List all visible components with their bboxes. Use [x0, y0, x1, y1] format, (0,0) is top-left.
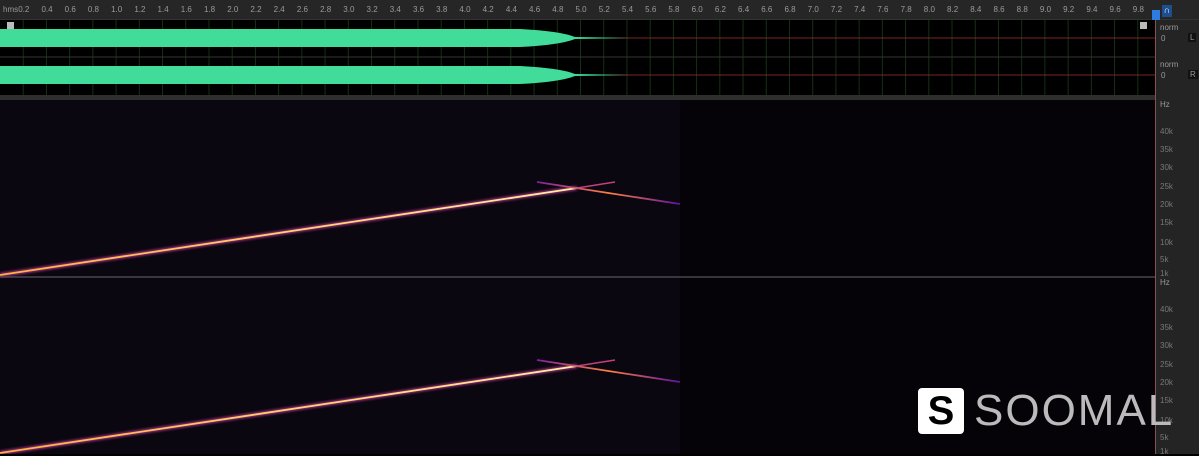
- ruler-tick-label: 5.2: [598, 5, 610, 14]
- ruler-tick-label: 6.6: [761, 5, 773, 14]
- ruler-tick-label: 5.0: [575, 5, 587, 14]
- hz-label: 25k: [1160, 182, 1173, 191]
- hz-label: 40k: [1160, 127, 1173, 136]
- ruler-unit: hms: [3, 5, 19, 14]
- hz-label: 35k: [1160, 323, 1173, 332]
- ruler-tick-label: 3.4: [389, 5, 401, 14]
- ruler-tick-label: 8.0: [923, 5, 935, 14]
- snap-button[interactable]: [1152, 10, 1160, 20]
- ruler-tick-label: 2.4: [273, 5, 285, 14]
- hz-unit-1: Hz: [1160, 100, 1170, 109]
- channel-1-zero: 0: [1161, 34, 1166, 43]
- hz-label: 30k: [1160, 341, 1173, 350]
- channel-1-button[interactable]: L: [1188, 33, 1197, 42]
- ruler-tick-label: 9.8: [1132, 5, 1144, 14]
- time-ruler[interactable]: hms 0.2 0.4 0.6 0.8 1.0 1.2 1.4 1.6 1.8 2.0 2.2 2.4…: [0, 0, 1199, 20]
- ruler-tick-label: 5.8: [668, 5, 680, 14]
- ruler-tick-label: 5.6: [645, 5, 657, 14]
- hz-label: 15k: [1160, 218, 1173, 227]
- channel-2-scale: norm: [1160, 60, 1179, 69]
- ruler-tick-label: 3.2: [366, 5, 378, 14]
- hz-label: 20k: [1160, 200, 1173, 209]
- waveform-channel-2: [0, 66, 630, 84]
- ruler-tick-label: 0.4: [41, 5, 53, 14]
- channel-2-button[interactable]: R: [1188, 70, 1198, 79]
- hz-label: 35k: [1160, 145, 1173, 154]
- ruler-tick-label: 1.6: [180, 5, 192, 14]
- ruler-tick-label: 8.4: [970, 5, 982, 14]
- soomal-logo: S SOOMAL: [918, 386, 1174, 436]
- ruler-tick-label: 0.2: [18, 5, 30, 14]
- hz-label: 40k: [1160, 305, 1173, 314]
- hz-label: 25k: [1160, 360, 1173, 369]
- ruler-tick-label: 8.8: [1016, 5, 1028, 14]
- ruler-tick-label: 1.0: [111, 5, 123, 14]
- ruler-tick-label: 7.6: [877, 5, 889, 14]
- ruler-tick-label: 2.6: [296, 5, 308, 14]
- ruler-tick-label: 7.0: [807, 5, 819, 14]
- hz-label: 1k: [1160, 447, 1169, 456]
- ruler-tick-label: 6.8: [784, 5, 796, 14]
- ruler-tick-label: 1.2: [134, 5, 146, 14]
- logo-text: SOOMAL: [974, 386, 1175, 435]
- hz-label: 5k: [1160, 255, 1169, 264]
- ruler-tick-label: 9.2: [1063, 5, 1075, 14]
- ruler-tick-label: 4.8: [552, 5, 564, 14]
- ruler-tick-label: 6.2: [714, 5, 726, 14]
- ruler-tick-label: 1.4: [157, 5, 169, 14]
- ruler-tick-label: 0.6: [64, 5, 76, 14]
- hz-label: 10k: [1160, 238, 1173, 247]
- ruler-tick-label: 3.8: [436, 5, 448, 14]
- ruler-tick-label: 8.2: [947, 5, 959, 14]
- waveform-channel-1: [0, 29, 630, 47]
- ruler-tick-label: 2.0: [227, 5, 239, 14]
- ruler-tick-label: 2.2: [250, 5, 262, 14]
- channel-2-zero: 0: [1161, 71, 1166, 80]
- ruler-tick-label: 0.8: [87, 5, 99, 14]
- ruler-tick-label: 1.8: [203, 5, 216, 14]
- channel-1-scale: norm: [1160, 23, 1179, 32]
- ruler-tick-label: 4.2: [482, 5, 494, 14]
- magnet-button[interactable]: ∩: [1162, 5, 1172, 17]
- ruler-tick-label: 7.2: [830, 5, 843, 14]
- ruler-tick-label: 5.4: [621, 5, 634, 14]
- ruler-tick-label: 6.4: [738, 5, 750, 14]
- ruler-tick-label: 9.0: [1039, 5, 1052, 14]
- ruler-tick-label: 7.4: [854, 5, 866, 14]
- ruler-tick-label: 7.8: [900, 5, 912, 14]
- zoom-corner-icon: [1140, 22, 1147, 29]
- hz-label: 30k: [1160, 163, 1173, 172]
- ruler-tick-label: 4.4: [505, 5, 517, 14]
- ruler-tick-label: 6.0: [691, 5, 703, 14]
- ruler-tick-label: 3.6: [412, 5, 425, 14]
- ruler-tick-label: 9.6: [1109, 5, 1121, 14]
- waveform-view[interactable]: [0, 20, 1155, 95]
- zoom-corner-icon: [7, 22, 14, 29]
- ruler-tick-label: 2.8: [320, 5, 332, 14]
- ruler-tick-label: 8.6: [993, 5, 1005, 14]
- ruler-tick-label: 4.6: [529, 5, 541, 14]
- logo-mark-icon: S: [918, 388, 964, 434]
- hz-unit-2: Hz: [1160, 278, 1170, 287]
- ruler-tick-label: 4.0: [459, 5, 471, 14]
- ruler-tick-label: 9.4: [1086, 5, 1098, 14]
- ruler-tick-label: 3.0: [343, 5, 355, 14]
- hz-label: 1k: [1160, 269, 1169, 278]
